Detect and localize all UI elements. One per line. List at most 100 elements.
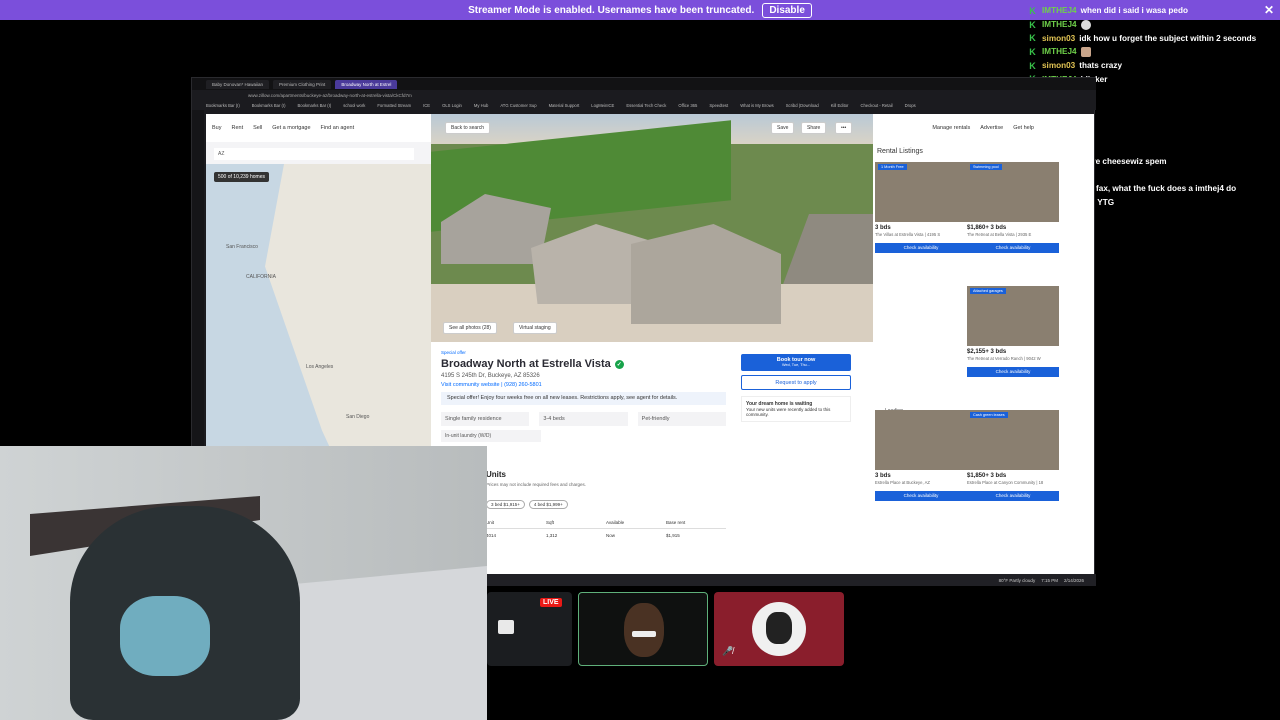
nav-sell[interactable]: Sell <box>253 125 262 131</box>
rental-card[interactable]: Attached garages $2,155+ 3 bds The Retreat… <box>967 286 1059 377</box>
chat-message: K IMTHEJ4 <box>1028 18 1280 32</box>
bookmark-item[interactable]: Bookmarks Bar (I) <box>206 103 240 108</box>
check-availability-button[interactable]: Check availability <box>875 243 967 253</box>
chat-message: Ksimon03 idk how u forget the subject wit… <box>1028 31 1280 45</box>
amenity-item: 3-4 beds <box>539 412 628 426</box>
search-input[interactable]: AZ <box>214 148 414 160</box>
share-button[interactable]: Share <box>801 122 827 134</box>
col-base-rent[interactable]: Base rent <box>666 520 726 525</box>
guest-tile-speaking[interactable] <box>578 592 708 666</box>
guest-tile[interactable]: 🎤̸ <box>714 592 844 666</box>
chat-message-text: nah fax, what the fuck does a imthej4 do <box>1079 184 1237 194</box>
cell-unit: 4014 <box>486 532 497 538</box>
bookmark-item[interactable]: Office 365 <box>678 103 697 108</box>
address-bar[interactable]: www.zillow.com/apartments/buckeye-az/bro… <box>192 90 1096 100</box>
see-all-photos-button[interactable]: See all photos (28) <box>443 322 497 334</box>
browser-tab-active[interactable]: Broadway North at Estrel <box>335 79 398 89</box>
nav-mortgage[interactable]: Get a mortgage <box>272 125 310 131</box>
chat-message: K IMTHEJ4 when did i said i wasa pedo <box>1028 4 1280 18</box>
chat-message-text: when did i said i wasa pedo <box>1080 6 1188 16</box>
bookmark-item[interactable]: ATG Customer Sup <box>500 103 536 108</box>
check-availability-button[interactable]: Check availability <box>967 491 1059 501</box>
rental-card[interactable]: Cash green leases $1,850+ 3 bds Estrella P… <box>967 410 1059 501</box>
chat-username[interactable]: simon03 <box>1042 61 1075 70</box>
request-to-apply-button[interactable]: Request to apply <box>741 375 851 390</box>
chat-username[interactable]: IMTHEJ4 <box>1042 6 1077 15</box>
virtual-staging-button[interactable]: Virtual staging <box>513 322 557 334</box>
rental-card-price: $2,155+ 3 bds <box>967 349 1007 355</box>
bookmark-item[interactable]: Material Support <box>549 103 580 108</box>
bookmark-item[interactable]: ICE <box>423 103 430 108</box>
browser-tab[interactable]: Premium Clothing Print <box>273 79 332 89</box>
bookmark-item[interactable]: Checkout - Retail <box>860 103 892 108</box>
rental-card-photo[interactable] <box>875 410 967 470</box>
bookmark-item[interactable]: Essential Tech Check <box>626 103 666 108</box>
community-website-link[interactable]: Visit community website <box>441 382 500 388</box>
rental-card-address: The Villas at Estrella Vista | 4195 S <box>875 232 941 237</box>
guest-avatar-detail <box>766 612 792 644</box>
browser-tab[interactable]: Baby Donovan* Hawaiian <box>206 79 270 89</box>
chat-username[interactable]: IMTHEJ4 <box>1042 47 1077 56</box>
bed-filter-chip[interactable]: 4 bed $1,999+ <box>528 500 568 509</box>
rental-listings: Rental Listings Loading... 1 Month Free3… <box>873 142 1094 574</box>
chat-message-text: thats crazy <box>1079 61 1122 71</box>
book-tour-button[interactable]: Book tour now Wed, Tue, Thu... <box>741 354 851 371</box>
listing-photo[interactable]: Back to search Save Share ••• See all ph… <box>431 114 873 342</box>
nav-agent[interactable]: Find an agent <box>321 125 355 131</box>
bookmark-item[interactable]: Formatted Stream <box>377 103 411 108</box>
bookmarks-bar: Bookmarks Bar (I) Bookmarks Bar (I) Bookma… <box>192 100 1096 110</box>
chat-username[interactable]: IMTHEJ4 <box>1042 20 1077 29</box>
bookmark-item[interactable]: Bookmarks Bar (I) <box>298 103 332 108</box>
more-options-button[interactable]: ••• <box>835 122 853 134</box>
bookmark-item[interactable]: What is My Brows <box>740 103 774 108</box>
verified-check-icon: ✓ <box>614 359 624 369</box>
rental-card[interactable]: 1 Month Free 3 bds The Villas at Estrella … <box>875 162 967 253</box>
chat-badge-icon: K <box>1029 46 1036 57</box>
rental-card[interactable]: 3 bds Estrella Place at Buckeye, AZ Check … <box>875 410 967 501</box>
clock-date: 2/14/2026 <box>1063 577 1084 583</box>
rental-card-price: 3 bds <box>875 473 891 479</box>
rental-card-photo[interactable]: Cash green leases <box>967 410 1059 470</box>
check-availability-button[interactable]: Check availability <box>875 491 967 501</box>
bookmark-item[interactable]: OLS Login <box>442 103 462 108</box>
phone-link[interactable]: (928) 260-5801 <box>504 382 542 388</box>
save-button[interactable]: Save <box>771 122 795 134</box>
listing-details: Special offer Broadway North at Estrella… <box>431 342 873 574</box>
units-table: Unit Sqft Available Base rent 4014 1,312… <box>486 517 726 541</box>
nav-advertise[interactable]: Advertise <box>980 125 1003 131</box>
chat-message-text: idk how u forget the subject within 2 se… <box>1079 33 1257 43</box>
check-availability-button[interactable]: Check availability <box>967 367 1059 377</box>
bookmark-item[interactable]: Kill Editor <box>831 103 849 108</box>
bed-filter-chip[interactable]: 3 bed $1,915+ <box>486 500 525 509</box>
bookmark-item[interactable]: Drops <box>905 103 916 108</box>
rental-card-photo[interactable]: Attached garages <box>967 286 1059 346</box>
guest-tile[interactable]: LIVE <box>487 592 572 666</box>
table-row[interactable]: 4014 1,312 Now $1,915 <box>486 529 726 541</box>
nav-rent[interactable]: Rent <box>231 125 243 131</box>
rental-card-photo[interactable]: Swimming pool <box>967 162 1059 222</box>
rental-card-photo[interactable]: 1 Month Free <box>875 162 967 222</box>
nav-buy[interactable]: Buy <box>212 125 221 131</box>
bookmark-item[interactable]: Speedtest <box>709 103 728 108</box>
back-to-search-button[interactable]: Back to search <box>445 122 491 134</box>
chat-badge-icon: K <box>1029 33 1036 44</box>
map-label: Los Angeles <box>306 364 334 370</box>
bookmark-item[interactable]: My Hub <box>474 103 488 108</box>
nav-manage-rentals[interactable]: Manage rentals <box>932 125 970 131</box>
bookmark-item[interactable]: LogMeinICE <box>591 103 614 108</box>
cell-sqft: 1,312 <box>546 532 558 538</box>
nav-help[interactable]: Get help <box>1013 125 1034 131</box>
disable-streamer-mode-button[interactable]: Disable <box>762 2 812 18</box>
rental-card[interactable]: Swimming pool $1,860+ 3 bds The Retreat at… <box>967 162 1059 253</box>
cell-available: Now <box>606 532 616 538</box>
chat-username[interactable]: simon03 <box>1042 34 1075 43</box>
screen-share-icon <box>498 620 514 634</box>
live-badge: LIVE <box>540 598 562 607</box>
bookmark-item[interactable]: school work <box>343 103 365 108</box>
rental-card-tag: Attached garages <box>970 288 1006 294</box>
rental-card-address: The Retreat at Verrado Ranch | 9042 W <box>967 356 1041 361</box>
bookmark-item[interactable]: Bookmarks Bar (I) <box>252 103 286 108</box>
col-available: Available <box>606 520 625 525</box>
check-availability-button[interactable]: Check availability <box>967 243 1059 253</box>
bookmark-item[interactable]: Scribd (Download <box>786 103 819 108</box>
